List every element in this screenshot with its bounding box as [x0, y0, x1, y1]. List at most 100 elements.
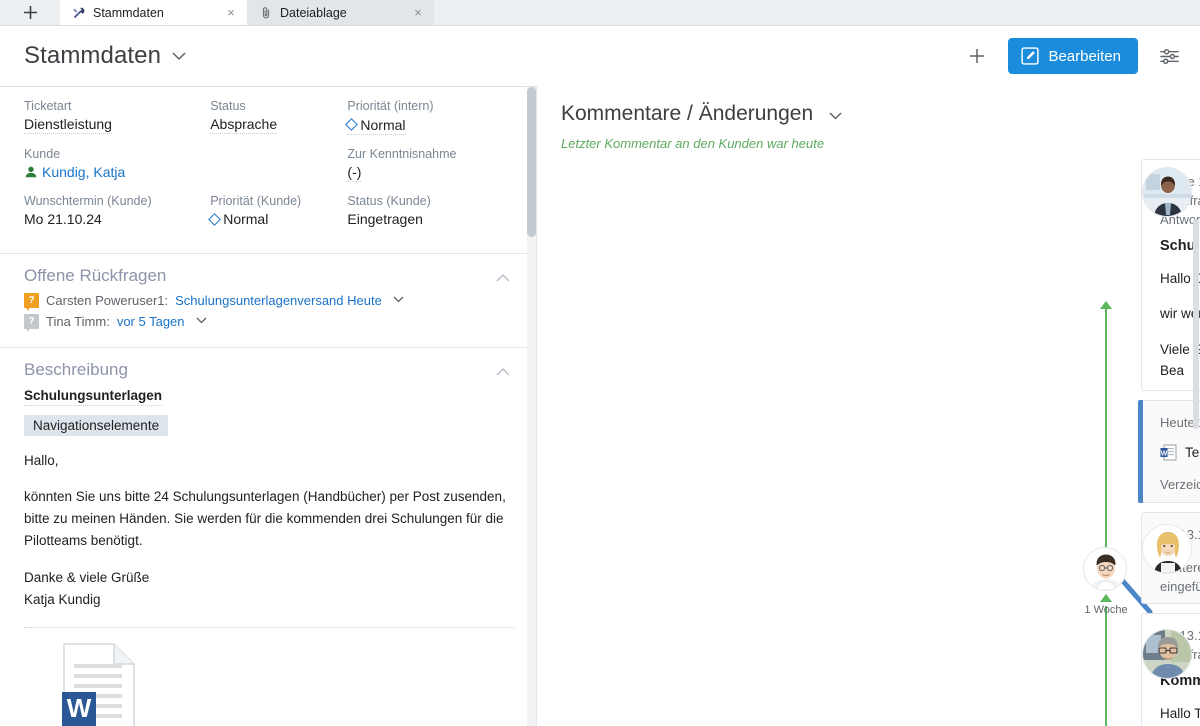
- section-offene-rueckfragen: Offene Rückfragen ? Carsten Poweruser1: …: [0, 254, 536, 345]
- rueckfrage-link[interactable]: vor 5 Tagen: [117, 314, 185, 329]
- rueckfrage-item[interactable]: ? Tina Timm: vor 5 Tagen: [24, 313, 514, 332]
- description-paragraph: Danke & viele Grüße Katja Kundig: [24, 569, 150, 607]
- timeline-line: [1105, 606, 1107, 726]
- section-title: Offene Rückfragen: [24, 265, 167, 285]
- avatar-lars-leiter[interactable]: [1142, 629, 1192, 679]
- field-value: Normal: [208, 211, 269, 228]
- avatar-illustration-woman: [1143, 525, 1191, 573]
- new-tab-button[interactable]: [0, 0, 60, 25]
- field-label: Zur Kenntnisnahme: [347, 146, 457, 161]
- field-label: Priorität (intern): [347, 99, 434, 113]
- left-scrollbar-thumb[interactable]: [527, 87, 536, 237]
- timeline-area: 1 Woche Heute 10:38 von Bea Berata an In…: [537, 159, 1200, 726]
- tab-notch: [440, 0, 468, 26]
- avatar-photo-woman: [1143, 168, 1191, 216]
- chevron-up-icon[interactable]: [496, 270, 510, 285]
- comments-header: Kommentare / Änderungen Letzter Kommenta…: [537, 86, 1200, 151]
- right-scrollbar-track[interactable]: [1192, 159, 1200, 726]
- chevron-down-icon[interactable]: [393, 294, 404, 306]
- section-beschreibung: Beschreibung Schulungsunterlagen Navigat…: [0, 348, 536, 726]
- timeline-arrow-icon: [1100, 594, 1112, 602]
- main-content: Ticketart Dienstleistung Status Absprach…: [0, 86, 1200, 726]
- left-scrollbar-track[interactable]: [527, 87, 536, 726]
- field-label: Wunschtermin (Kunde): [24, 193, 152, 208]
- description-tag[interactable]: Navigationselemente: [24, 414, 169, 436]
- field-value[interactable]: (-): [347, 164, 362, 182]
- edit-button-label: Bearbeiten: [1048, 47, 1121, 65]
- details-panel: Ticketart Dienstleistung Status Absprach…: [0, 86, 537, 726]
- field-label: Kunde: [24, 146, 61, 161]
- field-value[interactable]: Kundig, Katja: [24, 164, 125, 181]
- field-empty: [210, 147, 347, 182]
- browser-tab-bar: Stammdaten × Dateiablage ×: [0, 0, 1200, 26]
- field-prioritaet-kunde: Priorität (Kunde) Normal: [208, 193, 347, 229]
- field-label: Ticketart: [24, 99, 72, 113]
- timeline-duration-label: 1 Woche: [1084, 604, 1128, 616]
- description-paragraph: könnten Sie uns bitte 24 Schulungsunterl…: [24, 489, 506, 549]
- page-title: Stammdaten: [24, 42, 162, 69]
- last-comment-note: Letzter Kommentar an den Kunden war heut…: [561, 136, 825, 151]
- avatar-bea-berata[interactable]: [1142, 167, 1192, 217]
- right-scrollbar-thumb[interactable]: [1193, 219, 1199, 429]
- field-value: Eingetragen: [347, 210, 423, 227]
- avatar-carsten-poweruser: [1084, 548, 1126, 590]
- edit-button[interactable]: Bearbeiten: [1008, 38, 1138, 74]
- header-actions: Bearbeiten: [964, 38, 1182, 74]
- field-ticketart: Ticketart Dienstleistung: [24, 99, 210, 135]
- field-value[interactable]: Normal: [345, 117, 406, 135]
- field-wunschtermin: Wunschtermin (Kunde) Mo 21.10.24: [24, 194, 210, 229]
- field-value: Mo 21.10.24: [24, 210, 102, 227]
- comments-panel: Kommentare / Änderungen Letzter Kommenta…: [537, 86, 1200, 726]
- avatar-photo-man: [1143, 630, 1191, 678]
- field-value[interactable]: Absprache: [210, 116, 278, 134]
- tab-stammdaten[interactable]: Stammdaten ×: [60, 0, 247, 25]
- field-row: Wunschtermin (Kunde) Mo 21.10.24 Priorit…: [24, 194, 514, 229]
- rueckfrage-author: Carsten Poweruser1:: [46, 292, 169, 308]
- description-subject: Schulungsunterlagen: [24, 388, 163, 406]
- chevron-up-icon[interactable]: [496, 364, 510, 379]
- plus-icon: [970, 49, 985, 63]
- attachment-thumbnail[interactable]: W Teilnehmerl...tteams.docx: [24, 642, 174, 726]
- field-row: Kunde Kundig, Katja Zur Kenntnisnahme (-…: [24, 147, 514, 182]
- kunde-name: Kundig, Katja: [42, 163, 126, 180]
- query-badge-icon: ?: [24, 292, 39, 311]
- field-grid: Ticketart Dienstleistung Status Absprach…: [0, 87, 536, 251]
- rueckfrage-item[interactable]: ? Carsten Poweruser1: Schulungsunterlage…: [24, 292, 514, 311]
- avatar-tina-timm[interactable]: [1142, 524, 1192, 574]
- tab-close-button[interactable]: ×: [223, 5, 239, 21]
- field-kunde: Kunde Kundig, Katja: [24, 147, 210, 182]
- field-status-kunde: Status (Kunde) Eingetragen: [347, 194, 514, 229]
- title-dropdown-chevron-icon[interactable]: [172, 48, 186, 65]
- chevron-down-icon[interactable]: [196, 315, 207, 327]
- paperclip-icon: [262, 6, 270, 18]
- query-badge-icon: ?: [24, 313, 39, 332]
- tab-label: Dateiablage: [280, 5, 347, 20]
- field-zur-kenntnisnahme: Zur Kenntnisnahme (-): [347, 147, 514, 182]
- divider: [24, 626, 514, 628]
- comments-title: Kommentare / Änderungen: [561, 102, 814, 125]
- tab-close-button[interactable]: ×: [410, 5, 426, 21]
- svg-text:W: W: [67, 693, 92, 723]
- user-icon: [25, 166, 37, 177]
- section-title: Beschreibung: [24, 359, 128, 379]
- tab-dateiablage[interactable]: Dateiablage ×: [247, 0, 434, 25]
- rueckfrage-author: Tina Timm:: [46, 313, 110, 329]
- rueckfrage-link[interactable]: Schulungsunterlagenversand Heute: [175, 293, 382, 308]
- timeline-line: [1105, 307, 1107, 552]
- field-status: Status Absprache: [210, 99, 347, 135]
- tools-icon: [73, 6, 85, 18]
- tab-label: Stammdaten: [93, 5, 164, 20]
- settings-button[interactable]: [1156, 43, 1182, 69]
- comments-dropdown-chevron-icon[interactable]: [829, 107, 842, 124]
- priority-label: Normal: [223, 211, 269, 227]
- field-prioritaet-intern: Priorität (intern) Normal: [345, 99, 514, 135]
- field-label: Priorität (Kunde): [210, 193, 302, 208]
- add-button[interactable]: [964, 43, 990, 69]
- field-row: Ticketart Dienstleistung Status Absprach…: [24, 99, 514, 135]
- timeline-avatar[interactable]: [1083, 547, 1127, 591]
- word-document-icon: W: [62, 642, 135, 726]
- priority-diamond-icon: [345, 118, 359, 131]
- field-value[interactable]: Dienstleistung: [24, 116, 112, 134]
- description-paragraph: Hallo,: [24, 452, 59, 468]
- description-body: Hallo, könnten Sie uns bitte 24 Schulung…: [24, 450, 514, 611]
